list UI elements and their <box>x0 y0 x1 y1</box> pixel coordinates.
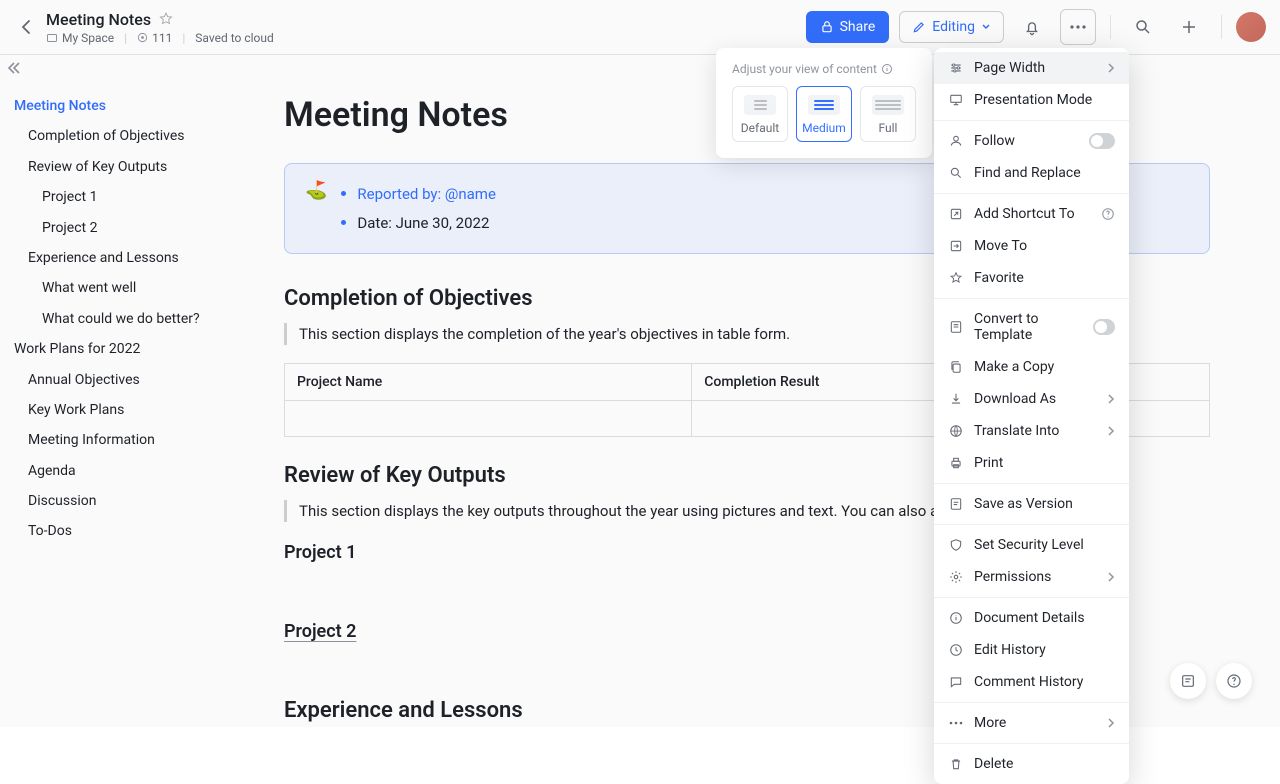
help-icon[interactable] <box>1101 207 1115 221</box>
translate-icon <box>948 423 964 439</box>
follow-toggle[interactable] <box>1089 133 1115 149</box>
space-link[interactable]: My Space <box>46 31 114 45</box>
header: Meeting Notes My Space | 111 | Saved to … <box>0 0 1280 55</box>
share-button[interactable]: Share <box>806 11 890 43</box>
back-button[interactable] <box>14 15 38 39</box>
more-button[interactable] <box>1060 9 1096 45</box>
nav-item[interactable]: Annual Objectives <box>14 365 246 395</box>
width-full[interactable]: Full <box>860 86 916 142</box>
search-icon <box>948 165 964 181</box>
nav-item[interactable]: Key Work Plans <box>14 395 246 425</box>
nav-item[interactable]: What went well <box>14 273 246 303</box>
convert-toggle[interactable] <box>1093 319 1115 335</box>
title-block: Meeting Notes My Space | 111 | Saved to … <box>46 10 274 45</box>
flag-icon: ⛳ <box>305 180 327 237</box>
nav-item[interactable]: Review of Key Outputs <box>14 152 246 182</box>
collapse-sidebar-icon[interactable] <box>6 61 22 75</box>
chevron-right-icon <box>1107 394 1115 404</box>
menu-delete[interactable]: Delete <box>934 748 1129 780</box>
menu-save-version[interactable]: Save as Version <box>934 488 1129 520</box>
editing-label: Editing <box>932 19 975 35</box>
shield-icon <box>948 537 964 553</box>
chevron-right-icon <box>1107 572 1115 582</box>
chevron-right-icon <box>1107 426 1115 436</box>
copy-icon <box>948 359 964 375</box>
menu-edit-history[interactable]: Edit History <box>934 634 1129 666</box>
pop-title: Adjust your view of content <box>732 62 877 76</box>
table-cell[interactable] <box>285 401 692 437</box>
avatar[interactable] <box>1236 12 1266 42</box>
info-icon <box>948 610 964 626</box>
menu-copy[interactable]: Make a Copy <box>934 351 1129 383</box>
info-icon[interactable] <box>881 63 893 75</box>
nav-item[interactable]: Discussion <box>14 486 246 516</box>
menu-presentation[interactable]: Presentation Mode <box>934 84 1129 116</box>
menu-download[interactable]: Download As <box>934 383 1129 415</box>
date-line[interactable]: Date: June 30, 2022 <box>341 209 496 238</box>
menu-permissions[interactable]: Permissions <box>934 561 1129 593</box>
star-icon <box>948 270 964 286</box>
nav-item[interactable]: Agenda <box>14 456 246 486</box>
nav-item[interactable]: Experience and Lessons <box>14 243 246 273</box>
table-header: Project Name <box>285 364 692 401</box>
print-icon <box>948 455 964 471</box>
menu-page-width[interactable]: Page Width <box>934 52 1129 84</box>
outline-fab[interactable] <box>1170 663 1206 699</box>
nav-item[interactable]: Project 2 <box>14 213 246 243</box>
help-fab[interactable] <box>1216 663 1252 699</box>
doc-title: Meeting Notes <box>46 10 151 29</box>
version-icon <box>948 496 964 512</box>
menu-translate[interactable]: Translate Into <box>934 415 1129 447</box>
sidebar: Meeting Notes Completion of Objectives R… <box>0 55 260 727</box>
lock-number: 111 <box>152 31 172 45</box>
comment-icon <box>948 674 964 690</box>
gear-icon <box>948 569 964 585</box>
menu-more[interactable]: More <box>934 707 1129 739</box>
editing-button[interactable]: Editing <box>899 11 1004 43</box>
page-width-popover: Adjust your view of content Default Medi… <box>716 48 932 158</box>
bell-icon[interactable] <box>1014 9 1050 45</box>
chevron-right-icon <box>1107 63 1115 73</box>
width-default[interactable]: Default <box>732 86 788 142</box>
presentation-icon <box>948 92 964 108</box>
menu-move[interactable]: Move To <box>934 230 1129 262</box>
move-icon <box>948 238 964 254</box>
chevron-down-icon <box>981 22 991 32</box>
menu-find[interactable]: Find and Replace <box>934 157 1129 189</box>
nav-item[interactable]: Work Plans for 2022 <box>14 334 246 364</box>
menu-details[interactable]: Document Details <box>934 602 1129 634</box>
trash-icon <box>948 756 964 772</box>
share-label: Share <box>840 19 876 35</box>
reported-by: Reported by: @name <box>357 185 496 203</box>
nav-item[interactable]: Meeting Information <box>14 425 246 455</box>
menu-follow[interactable]: Follow <box>934 125 1129 157</box>
menu-shortcut[interactable]: Add Shortcut To <box>934 198 1129 230</box>
menu-security[interactable]: Set Security Level <box>934 529 1129 561</box>
nav-item[interactable]: To-Dos <box>14 516 246 546</box>
star-icon[interactable] <box>159 12 173 26</box>
history-icon <box>948 642 964 658</box>
dots-icon <box>948 715 964 731</box>
sliders-icon <box>948 60 964 76</box>
plus-icon[interactable] <box>1171 9 1207 45</box>
nav-item[interactable]: Meeting Notes <box>14 91 246 121</box>
space-name: My Space <box>62 31 114 45</box>
search-icon[interactable] <box>1125 9 1161 45</box>
menu-comment-history[interactable]: Comment History <box>934 666 1129 698</box>
outline-nav: Meeting Notes Completion of Objectives R… <box>14 91 246 547</box>
lock-count[interactable]: 111 <box>137 31 172 45</box>
menu-convert[interactable]: Convert to Template <box>934 303 1129 351</box>
width-medium[interactable]: Medium <box>796 86 852 142</box>
more-menu: Page Width Presentation Mode Follow Find… <box>934 48 1129 784</box>
follow-icon <box>948 133 964 149</box>
nav-item[interactable]: Project 1 <box>14 182 246 212</box>
menu-print[interactable]: Print <box>934 447 1129 479</box>
nav-item[interactable]: Completion of Objectives <box>14 121 246 151</box>
save-status: Saved to cloud <box>195 31 273 45</box>
shortcut-icon <box>948 206 964 222</box>
menu-favorite[interactable]: Favorite <box>934 262 1129 294</box>
nav-item[interactable]: What could we do better? <box>14 304 246 334</box>
download-icon <box>948 391 964 407</box>
template-icon <box>948 319 964 335</box>
